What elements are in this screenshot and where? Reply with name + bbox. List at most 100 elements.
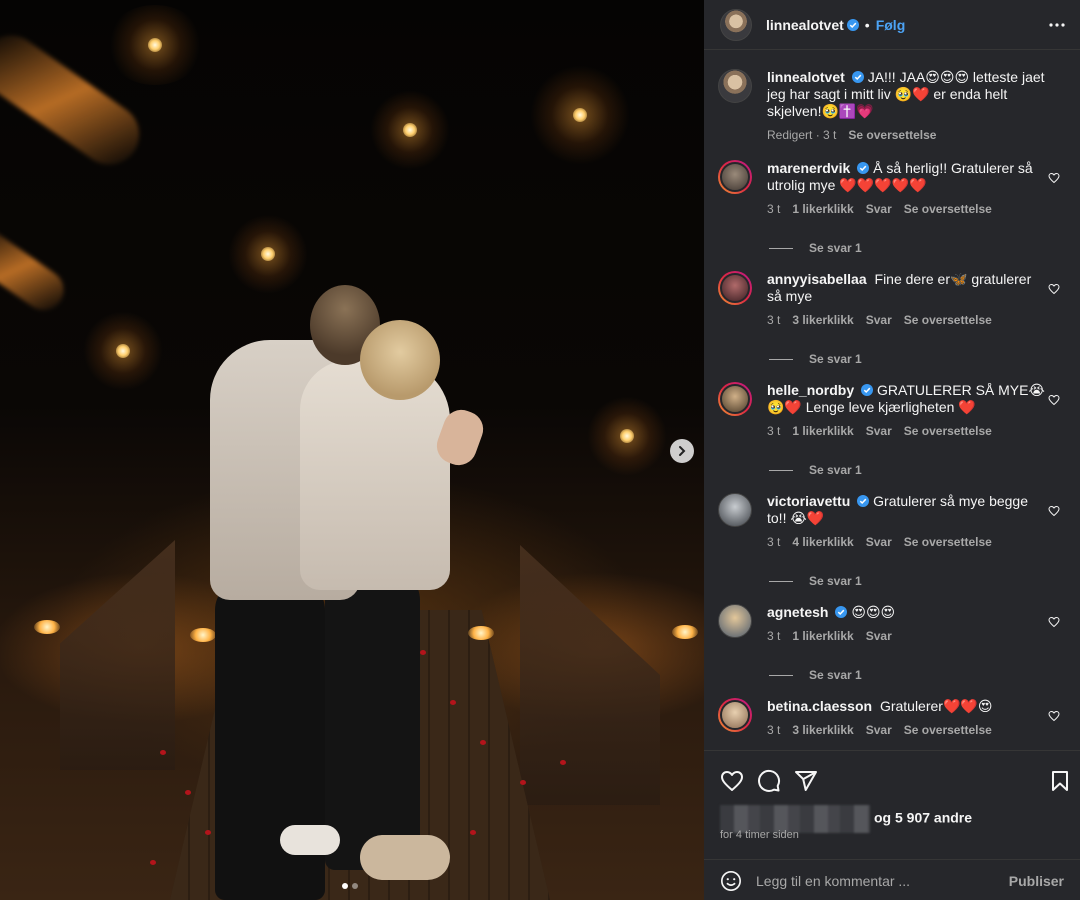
comment-like-heart-icon[interactable] (1048, 616, 1060, 628)
comment-like-heart-icon[interactable] (1048, 710, 1060, 722)
carousel-dot-active (342, 883, 348, 889)
next-photo-button[interactable] (670, 439, 694, 463)
reply-button[interactable]: Svar (866, 722, 892, 739)
comment-likes[interactable]: 1 likerklikk (792, 423, 853, 440)
comment-like-heart-icon[interactable] (1048, 283, 1060, 295)
reply-button[interactable]: Svar (866, 534, 892, 551)
view-replies-label: Se svar 1 (809, 574, 862, 588)
comment-username[interactable]: annyyisabellaa (767, 271, 867, 287)
more-horizontal-icon[interactable] (1048, 16, 1066, 34)
comment-like-heart-icon[interactable] (1048, 505, 1060, 517)
verified-badge-icon (851, 71, 864, 83)
comment-item: betina.claesson Gratulerer❤️❤️😍 3 t 3 li… (718, 698, 1068, 739)
verified-badge-icon (861, 384, 874, 396)
comments-list[interactable]: linnealotvet JA!!! JAA😍😍😍 letteste jaet … (704, 51, 1080, 751)
stone-wall-left (60, 540, 175, 770)
translate-link[interactable]: Se oversettelse (904, 312, 992, 329)
comment-likes[interactable]: 1 likerklikk (792, 628, 853, 645)
comment-likes[interactable]: 1 likerklikk (792, 201, 853, 218)
author-avatar[interactable] (720, 8, 752, 41)
comment-username[interactable]: victoriavettu (767, 493, 850, 509)
view-replies-button[interactable]: Se svar 1 (769, 351, 1047, 368)
paper-plane-icon[interactable] (794, 769, 818, 793)
translate-link[interactable]: Se oversettelse (904, 722, 992, 739)
couple-embracing (200, 280, 500, 900)
translate-link[interactable]: Se oversettelse (904, 534, 992, 551)
comment-item: marenerdvik Å så herlig!! Gratulerer så … (718, 160, 1068, 257)
likes-count-text: og 5 907 andre (874, 809, 973, 826)
view-replies-button[interactable]: Se svar 1 (769, 667, 1047, 684)
rose-petal (150, 860, 156, 865)
post-header: linnealotvet • Følg (704, 0, 1080, 50)
comment-item: annyyisabellaa Fine dere er🦋 gratulerer … (718, 271, 1068, 368)
comment-input[interactable] (756, 872, 1009, 889)
comment-like-heart-icon[interactable] (1048, 394, 1060, 406)
view-replies-label: Se svar 1 (809, 668, 862, 682)
view-replies-button[interactable]: Se svar 1 (769, 573, 1047, 590)
reply-button[interactable]: Svar (866, 628, 892, 645)
comment-username[interactable]: helle_nordby (767, 382, 854, 398)
comment-likes[interactable]: 3 likerklikk (792, 312, 853, 329)
rose-petal (560, 760, 566, 765)
translate-link[interactable]: Se oversettelse (848, 127, 936, 144)
author-username[interactable]: linnealotvet (766, 17, 844, 33)
comment-username[interactable]: agnetesh (767, 604, 828, 620)
reply-button[interactable]: Svar (866, 423, 892, 440)
rose-petal (160, 750, 166, 755)
commenter-avatar[interactable] (718, 698, 752, 732)
comment-item: agnetesh 😍😍😍 3 t 1 likerklikk Svar Se sv… (718, 604, 1068, 684)
commenter-avatar[interactable] (718, 271, 752, 305)
comment-time: 3 t (767, 424, 781, 438)
carousel-indicator (342, 883, 358, 889)
light-streak (0, 222, 72, 318)
bookmark-icon[interactable] (1048, 769, 1072, 793)
lantern-light (587, 396, 667, 476)
add-comment-bar: Publiser (704, 859, 1080, 900)
follow-button[interactable]: Følg (876, 17, 906, 33)
comment-bubble-icon[interactable] (757, 769, 781, 793)
author-avatar[interactable] (718, 69, 752, 103)
view-replies-label: Se svar 1 (809, 352, 862, 366)
comment-text: 😍😍😍 (851, 604, 896, 620)
comment-item: victoriavettu Gratulerer så mye begge to… (718, 493, 1068, 590)
heart-icon[interactable] (720, 769, 744, 793)
comment-item: helle_nordby GRATULERER SÅ MYE😭🥹❤️ Lenge… (718, 382, 1068, 479)
comment-time: 3 t (767, 313, 781, 327)
comment-text: Gratulerer❤️❤️😍 (879, 698, 993, 714)
caption-edited: Redigert · 3 t (767, 128, 837, 142)
carousel-dot (352, 883, 358, 889)
candle (34, 620, 60, 634)
caption-username[interactable]: linnealotvet (767, 69, 845, 85)
post-photo[interactable] (0, 0, 704, 900)
commenter-avatar[interactable] (718, 493, 752, 527)
lantern-light (83, 311, 163, 391)
comment-time: 3 t (767, 535, 781, 549)
rose-petal (520, 780, 526, 785)
verified-badge-icon (857, 162, 870, 174)
comment-username[interactable]: betina.claesson (767, 698, 872, 714)
smiley-icon[interactable] (720, 870, 742, 892)
chevron-right-icon (679, 446, 686, 456)
comment-time: 3 t (767, 723, 781, 737)
comment-likes[interactable]: 4 likerklikk (792, 534, 853, 551)
view-replies-button[interactable]: Se svar 1 (769, 462, 1047, 479)
comment-username[interactable]: marenerdvik (767, 160, 850, 176)
reply-button[interactable]: Svar (866, 312, 892, 329)
comment-likes[interactable]: 3 likerklikk (792, 722, 853, 739)
lantern-light (530, 65, 630, 165)
post-caption: linnealotvet JA!!! JAA😍😍😍 letteste jaet … (718, 69, 1068, 144)
commenter-avatar[interactable] (718, 604, 752, 638)
comment-time: 3 t (767, 202, 781, 216)
translate-link[interactable]: Se oversettelse (904, 423, 992, 440)
reply-button[interactable]: Svar (866, 201, 892, 218)
view-replies-button[interactable]: Se svar 1 (769, 240, 1047, 257)
candle (672, 625, 698, 639)
commenter-avatar[interactable] (718, 160, 752, 194)
publish-button[interactable]: Publiser (1009, 873, 1064, 889)
translate-link[interactable]: Se oversettelse (904, 201, 992, 218)
post-side-panel: linnealotvet • Følg linnealotvet JA!!! J… (704, 0, 1080, 900)
view-replies-label: Se svar 1 (809, 463, 862, 477)
commenter-avatar[interactable] (718, 382, 752, 416)
comment-like-heart-icon[interactable] (1048, 172, 1060, 184)
stone-wall-right (520, 545, 660, 805)
